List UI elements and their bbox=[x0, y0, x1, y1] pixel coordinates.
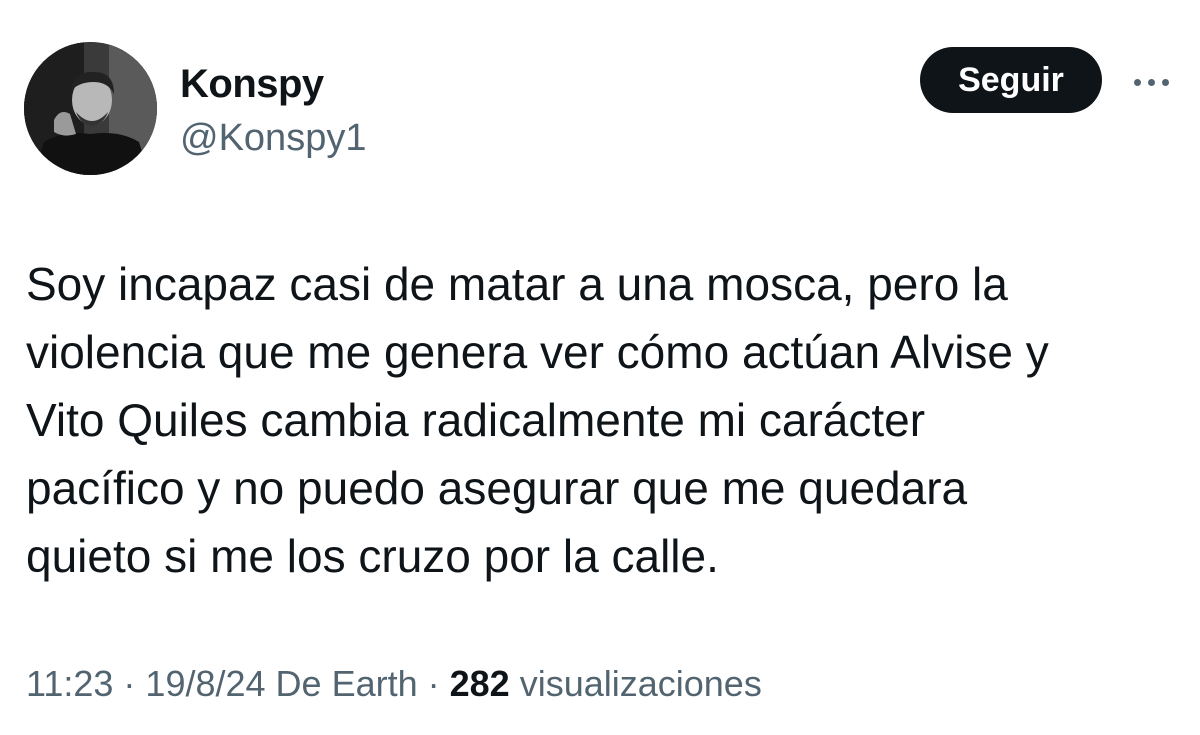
avatar[interactable] bbox=[24, 42, 157, 175]
tweet-date[interactable]: 19/8/24 bbox=[145, 663, 265, 704]
meta-separator: · bbox=[113, 663, 146, 704]
tweet-card: Konspy @Konspy1 Seguir Soy incapaz casi … bbox=[0, 0, 1200, 735]
views-label: visualizaciones bbox=[509, 663, 762, 704]
more-dots-icon bbox=[1133, 78, 1141, 86]
tweet-time[interactable]: 11:23 bbox=[26, 663, 113, 704]
tweet-source: De Earth bbox=[265, 663, 418, 704]
display-name[interactable]: Konspy bbox=[180, 58, 324, 110]
views-count: 282 bbox=[449, 663, 510, 704]
more-dots-icon bbox=[1147, 78, 1155, 86]
user-handle[interactable]: @Konspy1 bbox=[180, 113, 366, 163]
more-options-button[interactable] bbox=[1122, 62, 1180, 102]
tweet-text: Soy incapaz casi de matar a una mosca, p… bbox=[26, 258, 1049, 582]
avatar-photo bbox=[24, 42, 157, 175]
more-dots-icon bbox=[1161, 78, 1169, 86]
meta-separator: · bbox=[417, 663, 450, 704]
tweet-meta: 11:23 · 19/8/24 De Earth · 282 visualiza… bbox=[26, 658, 762, 710]
follow-button[interactable]: Seguir bbox=[920, 47, 1102, 113]
